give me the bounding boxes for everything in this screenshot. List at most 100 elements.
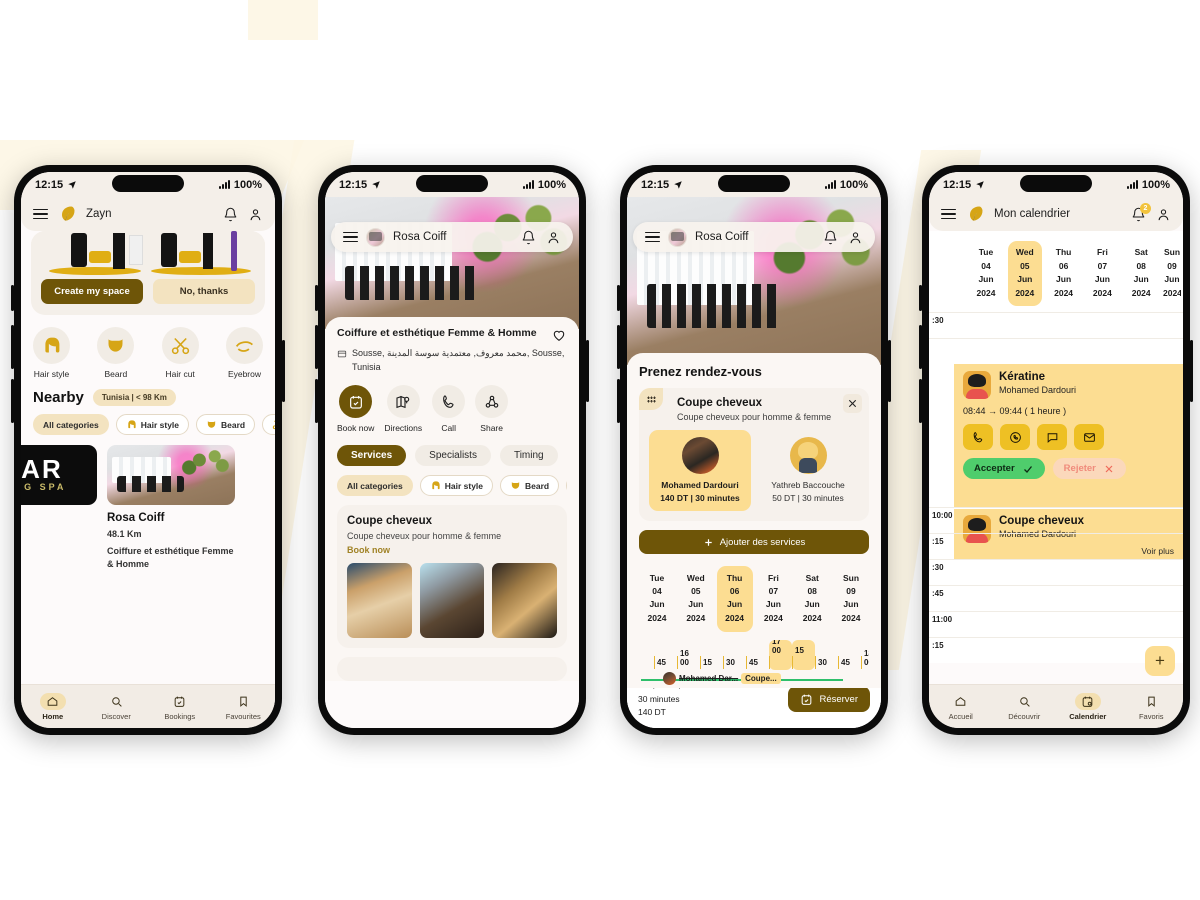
timeline-event[interactable]: Mohamed Dar... Coupe... (663, 671, 781, 685)
user-icon[interactable] (1156, 207, 1171, 222)
category-hair-cut[interactable]: Hair cut (161, 327, 199, 379)
user-icon[interactable] (546, 230, 561, 245)
tab-specialists[interactable]: Specialists (415, 445, 491, 466)
bell-icon[interactable] (521, 230, 536, 245)
gallery-image[interactable] (419, 563, 485, 638)
whatsapp-icon[interactable] (1000, 424, 1030, 451)
hamburger-icon[interactable] (33, 208, 48, 220)
date-option-selected[interactable]: Wed 05 Jun 2024 (1007, 241, 1042, 307)
hamburger-icon[interactable] (941, 208, 956, 220)
nav-item-discover[interactable]: Discover (85, 693, 149, 721)
create-my-space-button[interactable]: Create my space (41, 279, 143, 304)
category-eyebrow[interactable]: Eyebrow (225, 327, 263, 379)
time-unit[interactable]: 1800 (861, 649, 869, 670)
time-unit[interactable]: 30 (815, 652, 838, 670)
date-option-selected[interactable]: Thu 06 Jun 2024 (716, 566, 753, 632)
date-option[interactable]: Sat 08 Jun 2024 (1124, 241, 1158, 306)
salon-card[interactable]: ZAR KING SPA m COiff (21, 445, 97, 571)
event-card-pending[interactable]: Kératine Mohamed Dardouri 08:44 → 09:44 … (954, 364, 1183, 508)
location-filter-pill[interactable]: Tunisia | < 98 Km (92, 389, 176, 406)
date-month: Jun (1056, 274, 1072, 285)
time-unit[interactable]: 30 (723, 652, 746, 670)
time-unit[interactable]: 45 (654, 652, 677, 670)
time-slot[interactable]: :30 (929, 312, 1183, 338)
reserve-button[interactable]: Réserver (788, 686, 870, 713)
message-icon[interactable] (1037, 424, 1067, 451)
user-icon[interactable] (248, 207, 263, 222)
gallery-image[interactable] (492, 563, 558, 638)
add-event-fab[interactable]: + (1145, 646, 1175, 676)
time-unit-selected[interactable]: 17 00 (769, 639, 792, 670)
time-unit[interactable]: 16 00 (677, 649, 700, 670)
chip-hair-style[interactable]: Hair style (115, 414, 190, 435)
date-option[interactable]: Tue 04 Jun 2024 (639, 566, 675, 632)
time-slot[interactable]: :15 (929, 533, 1183, 559)
date-option[interactable]: Sun 09 Jun 2024 (833, 566, 869, 632)
user-icon[interactable] (848, 230, 863, 245)
time-unit[interactable]: 15 (700, 652, 723, 670)
chip-hair-cut[interactable]: Hair cu (566, 475, 567, 496)
reserve-label: Réserver (819, 693, 858, 705)
mail-icon[interactable] (1074, 424, 1104, 451)
tab-timing[interactable]: Timing (499, 445, 558, 466)
chip-hair-cut[interactable]: Hair cu (262, 414, 275, 435)
action-call[interactable]: Call (432, 385, 466, 433)
accept-button[interactable]: Accepter (963, 458, 1045, 480)
specialist-option[interactable]: Mohamed Dardouri 140 DT | 30 minutes (649, 430, 751, 511)
time-unit[interactable]: 45 (838, 652, 861, 670)
hamburger-icon[interactable] (645, 231, 660, 243)
nav-item-favourites[interactable]: Favourites (212, 693, 276, 721)
time-unit[interactable]: 45 (746, 652, 769, 670)
drag-grip-icon[interactable] (639, 388, 663, 410)
service-card-next[interactable] (337, 657, 567, 681)
category-beard[interactable]: Beard (97, 327, 135, 379)
chip-beard[interactable]: Beard (500, 475, 560, 496)
date-option[interactable]: Fri 07 Jun 2024 (1085, 241, 1119, 306)
status-time: 12:15 (943, 178, 972, 191)
chip-all-categories[interactable]: All categories (33, 414, 109, 435)
bell-icon[interactable] (823, 230, 838, 245)
nav-item-home[interactable]: Home (21, 692, 85, 721)
nav-item-bookings[interactable]: Bookings (148, 693, 212, 721)
salon-card[interactable]: Rosa Coiff 48.1 Km Coiffure et esthétiqu… (107, 445, 235, 571)
nav-item-favoris[interactable]: Favoris (1120, 693, 1184, 721)
action-share[interactable]: Share (475, 385, 509, 433)
chip-hair-style[interactable]: Hair style (419, 475, 494, 496)
date-option[interactable]: Tue 04 Jun 2024 (969, 241, 1003, 306)
nav-item-accueil[interactable]: Accueil (929, 693, 993, 721)
nav-item-decouvrir[interactable]: Découvrir (993, 693, 1057, 721)
bell-icon[interactable]: 2 (1131, 202, 1151, 222)
time-unit-selected[interactable]: 15 (792, 639, 815, 670)
heart-icon[interactable] (551, 327, 567, 343)
gallery-image[interactable] (347, 563, 412, 638)
time-slot[interactable]: :45 (929, 585, 1183, 611)
date-option[interactable]: Sun 09 Jun 2024 (1163, 241, 1181, 306)
date-option[interactable]: Thu 06 Jun 2024 (1047, 241, 1081, 306)
phone-icon[interactable] (963, 424, 993, 451)
tab-services[interactable]: Services (337, 445, 407, 466)
no-thanks-button[interactable]: No, thanks (153, 279, 255, 304)
chip-beard[interactable]: Beard (196, 414, 256, 435)
time-slot[interactable] (929, 338, 1183, 364)
time-slot[interactable]: :30 (929, 559, 1183, 585)
service-book-now-link[interactable]: Book now (347, 545, 557, 555)
action-directions[interactable]: Directions (384, 385, 422, 433)
chip-all-categories[interactable]: All categories (337, 475, 413, 496)
hamburger-icon[interactable] (343, 231, 358, 243)
service-card[interactable]: Coupe cheveux Coupe cheveux pour homme &… (337, 505, 567, 648)
time-slot[interactable]: 10:00 Coupe cheveux Mohamed Dardouri Voi… (929, 507, 1183, 561)
date-option[interactable]: Sat 08 Jun 2024 (794, 566, 830, 632)
bell-icon[interactable] (223, 207, 238, 222)
date-option[interactable]: Wed 05 Jun 2024 (678, 566, 714, 632)
add-services-button[interactable]: Ajouter des services (639, 530, 869, 554)
close-icon[interactable] (843, 394, 862, 413)
time-slot-ruler[interactable]: 0 45 1600 15 30 45 1700 15 30 45 1800 15… (639, 639, 869, 674)
date-option[interactable]: Fri 07 Jun 2024 (755, 566, 791, 632)
time-slot[interactable]: 11:00 (929, 611, 1183, 637)
category-hair-style[interactable]: Hair style (33, 327, 70, 379)
nav-item-calendrier[interactable]: Calendrier (1056, 692, 1120, 721)
action-book-now[interactable]: Book now (337, 385, 374, 433)
specialist-option[interactable]: Yathreb Baccouche 50 DT | 30 minutes (757, 430, 859, 511)
reject-button[interactable]: Rejeter (1052, 458, 1126, 480)
time-unit[interactable]: 0 (639, 652, 654, 670)
